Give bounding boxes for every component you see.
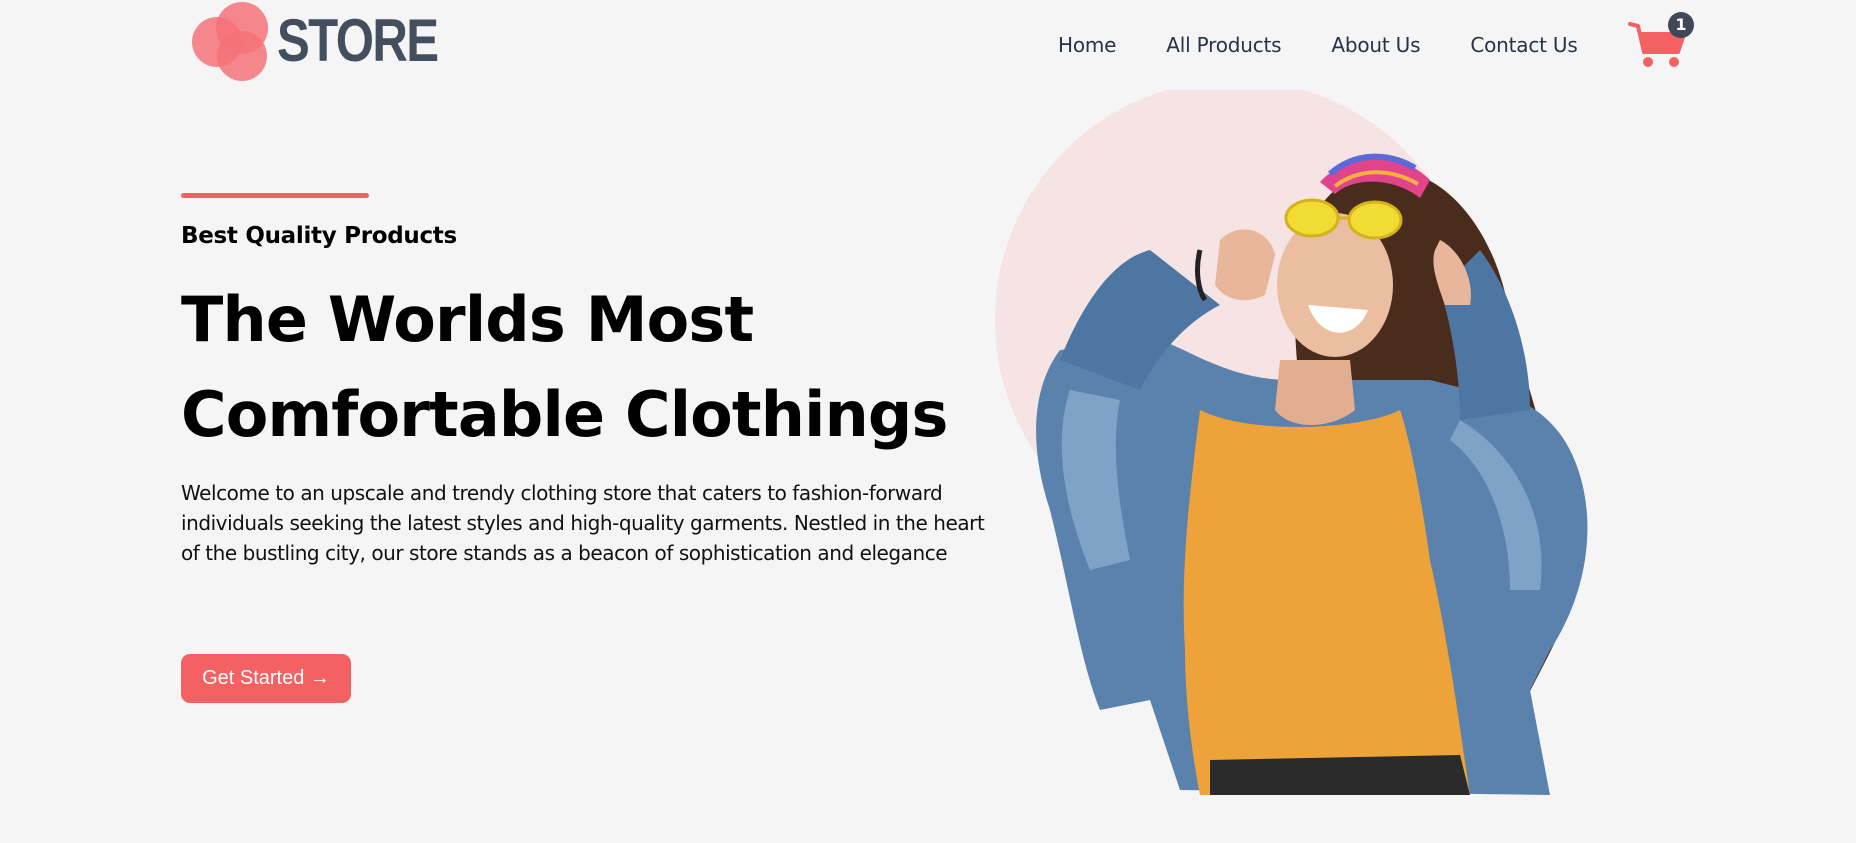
logo-text: STORE: [277, 7, 439, 74]
hero-eyebrow: Best Quality Products: [181, 223, 457, 249]
store-logo[interactable]: STORE: [189, 0, 439, 82]
cart-count-badge: 1: [1668, 12, 1694, 38]
nav-link-about-us[interactable]: About Us: [1331, 30, 1420, 60]
cart-button[interactable]: 1: [1628, 12, 1696, 68]
hero-headline: The Worlds Most Comfortable Clothings: [181, 272, 981, 462]
hero-headline-line-2: Comfortable Clothings: [181, 378, 948, 451]
logo-circles-icon: [192, 2, 268, 81]
nav-link-home[interactable]: Home: [1058, 30, 1116, 60]
nav-link-all-products[interactable]: All Products: [1166, 30, 1281, 60]
site-header: STORE Home All Products About Us Contact…: [0, 0, 1856, 90]
get-started-button[interactable]: Get Started →: [181, 654, 351, 703]
accent-divider: [181, 193, 369, 198]
main-nav: Home All Products About Us Contact Us: [1058, 30, 1628, 60]
hero-image: [995, 90, 1588, 795]
hero-headline-line-1: The Worlds Most: [181, 283, 754, 356]
hero-description: Welcome to an upscale and trendy clothin…: [181, 481, 985, 565]
nav-link-contact-us[interactable]: Contact Us: [1470, 30, 1577, 60]
